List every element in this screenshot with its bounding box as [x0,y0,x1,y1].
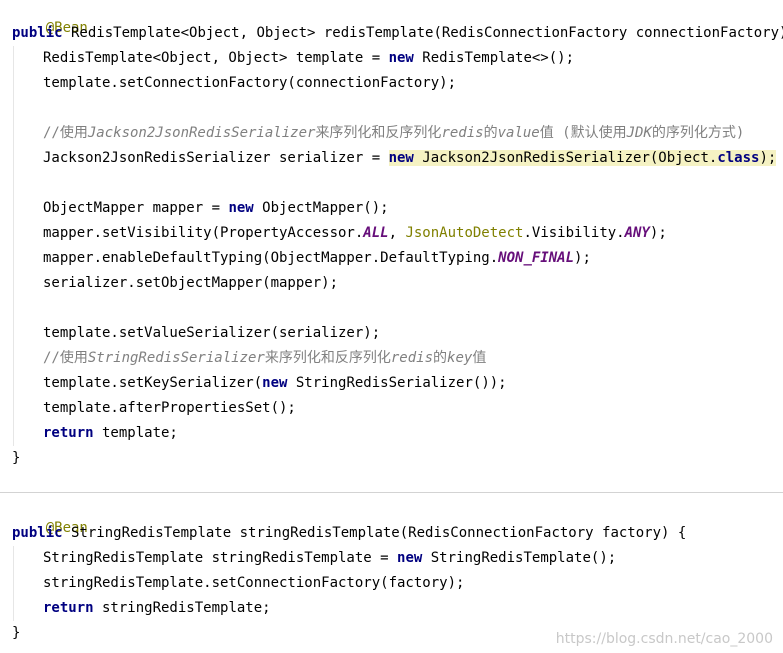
keyword: return [43,600,94,616]
keyword: new [228,200,254,216]
code-text: , [388,225,406,241]
keyword: new [388,150,414,166]
comment-text: value [497,125,540,141]
comment-text: 值 [472,350,487,366]
annotation-line: @Bean [12,498,88,536]
watermark: https://blog.csdn.net/cao_2000 [555,631,773,647]
code-line: serializer.setObjectMapper(mapper); [43,273,338,293]
code-text: ); [649,225,667,241]
code-text: template.setKeySerializer( [43,375,263,391]
comment-line: //使用StringRedisSerializer来序列化和反序列化redis的… [43,348,486,368]
comment-text: 的序列化方式) [651,125,745,141]
comment-text: 的 [483,125,498,141]
comment-text: Jackson2JsonRedisSerializer [87,125,316,141]
code-text: RedisTemplate<Object, Object> template = [43,50,389,66]
class-reference: JsonAutoDetect [405,225,524,241]
static-field: ANY [624,225,650,241]
code-text: .Visibility. [523,225,625,241]
comment-text: //使用 [43,350,88,366]
code-line: mapper.setVisibility(PropertyAccessor.AL… [43,223,667,243]
highlighted-expression: new Jackson2JsonRedisSerializer(Object.c… [388,150,777,166]
code-text: StringRedisTemplate(); [422,550,617,566]
code-text: mapper.enableDefaultTyping(ObjectMapper.… [43,250,499,266]
comment-text: 来序列化和反序列化 [315,125,442,141]
code-editor[interactable]: @Bean public RedisTemplate<Object, Objec… [0,0,783,653]
keyword: return [43,425,94,441]
code-text: Jackson2JsonRedisSerializer(Object. [413,150,718,166]
code-line: RedisTemplate<Object, Object> template =… [43,48,574,68]
annotation-line: @Bean [12,0,88,36]
code-text: serializer.setObjectMapper(mapper); [43,275,339,291]
code-text: stringRedisTemplate; [93,600,271,616]
code-line: stringRedisTemplate.setConnectionFactory… [43,573,464,593]
closing-brace: } [12,623,20,643]
comment-text: redis [441,125,484,141]
code-text: ObjectMapper mapper = [43,200,229,216]
code-text: template.setConnectionFactory(connection… [43,75,457,91]
code-line: template.setConnectionFactory(connection… [43,73,456,93]
keyword: public [12,525,63,541]
code-line: template.setValueSerializer(serializer); [43,323,380,343]
keyword: new [397,550,423,566]
comment-text: redis [390,350,434,366]
code-line: ObjectMapper mapper = new ObjectMapper()… [43,198,389,218]
comment-text: JDK [626,125,652,141]
indent-guide [13,46,14,446]
comment-text: //使用 [43,125,88,141]
code-text: } [12,450,21,466]
code-text: RedisTemplate<Object, Object> redisTempl… [62,25,783,41]
static-field: NON_FINAL [498,250,575,266]
comment-line: //使用Jackson2JsonRedisSerializer来序列化和反序列化… [43,123,744,143]
closing-brace: } [12,448,20,468]
code-text: StringRedisSerializer()); [287,375,507,391]
code-text: Jackson2JsonRedisSerializer serializer = [43,150,389,166]
code-text: StringRedisTemplate stringRedisTemplate(… [62,525,687,541]
code-line: StringRedisTemplate stringRedisTemplate … [43,548,616,568]
code-text: ); [574,250,591,266]
code-text: } [12,625,21,641]
code-text: template.afterPropertiesSet(); [43,400,296,416]
code-text: stringRedisTemplate.setConnectionFactory… [43,575,465,591]
code-text: RedisTemplate<>(); [413,50,575,66]
method-signature-redis-template: public RedisTemplate<Object, Object> red… [12,23,783,43]
code-line: return template; [43,423,178,443]
code-line: template.afterPropertiesSet(); [43,398,296,418]
code-text: template.setValueSerializer(serializer); [43,325,381,341]
keyword: class [717,150,760,166]
static-field: ALL [363,225,389,241]
code-text: ObjectMapper(); [253,200,389,216]
code-text: ); [759,150,777,166]
method-separator [0,492,783,493]
code-text: mapper.setVisibility(PropertyAccessor. [43,225,364,241]
code-text: StringRedisTemplate stringRedisTemplate … [43,550,398,566]
comment-text: 值 (默认使用 [539,125,627,141]
code-line: return stringRedisTemplate; [43,598,271,618]
code-line: template.setKeySerializer(new StringRedi… [43,373,507,393]
comment-text: 来序列化和反序列化 [264,350,391,366]
code-line: mapper.enableDefaultTyping(ObjectMapper.… [43,248,591,268]
keyword: public [12,25,63,41]
method-signature-string-redis-template: public StringRedisTemplate stringRedisTe… [12,523,686,543]
code-text: template; [93,425,178,441]
keyword: new [388,50,414,66]
comment-text: 的 [433,350,448,366]
code-line: Jackson2JsonRedisSerializer serializer =… [43,148,777,168]
comment-text: StringRedisSerializer [87,350,265,366]
keyword: new [262,375,288,391]
comment-text: key [447,350,473,366]
